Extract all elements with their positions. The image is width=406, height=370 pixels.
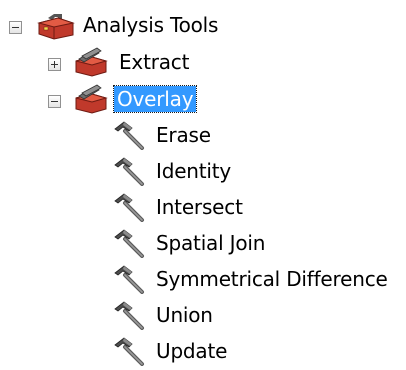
collapse-toggle[interactable] [9, 21, 22, 34]
tree-node-tool-union[interactable]: Union [0, 300, 406, 330]
tree-node-label: Extract [119, 50, 190, 74]
tree-node-tool-identity[interactable]: Identity [0, 156, 406, 186]
tree-node-analysis-tools[interactable]: Analysis Tools [0, 10, 406, 40]
hammer-icon [112, 264, 148, 294]
tree-node-label: Union [156, 303, 213, 327]
toolset-icon [75, 47, 108, 77]
toolset-icon [75, 84, 108, 114]
tree-node-extract[interactable]: Extract [0, 47, 406, 77]
hammer-icon [112, 120, 148, 150]
tree-node-tool-spatial-join[interactable]: Spatial Join [0, 228, 406, 258]
expand-toggle[interactable] [48, 58, 61, 71]
hammer-icon [112, 228, 148, 258]
hammer-icon [112, 192, 148, 222]
tree-node-label: Identity [156, 159, 232, 183]
toolbox-icon [37, 14, 75, 40]
tree-node-label: Update [156, 339, 228, 363]
tree-node-overlay[interactable]: Overlay [0, 84, 406, 114]
hammer-icon [112, 300, 148, 330]
tree-node-label-selected: Overlay [112, 85, 198, 113]
tree-node-tool-intersect[interactable]: Intersect [0, 192, 406, 222]
tree-node-label: Erase [156, 123, 211, 147]
tree-node-label: Spatial Join [156, 231, 266, 255]
tree-node-label: Symmetrical Difference [156, 267, 388, 291]
tree-node-tool-erase[interactable]: Erase [0, 120, 406, 150]
tree-node-label: Intersect [156, 195, 243, 219]
hammer-icon [112, 156, 148, 186]
tree-node-label: Analysis Tools [83, 13, 219, 37]
collapse-toggle[interactable] [48, 95, 61, 108]
tree-node-tool-symmetrical-difference[interactable]: Symmetrical Difference [0, 264, 406, 294]
